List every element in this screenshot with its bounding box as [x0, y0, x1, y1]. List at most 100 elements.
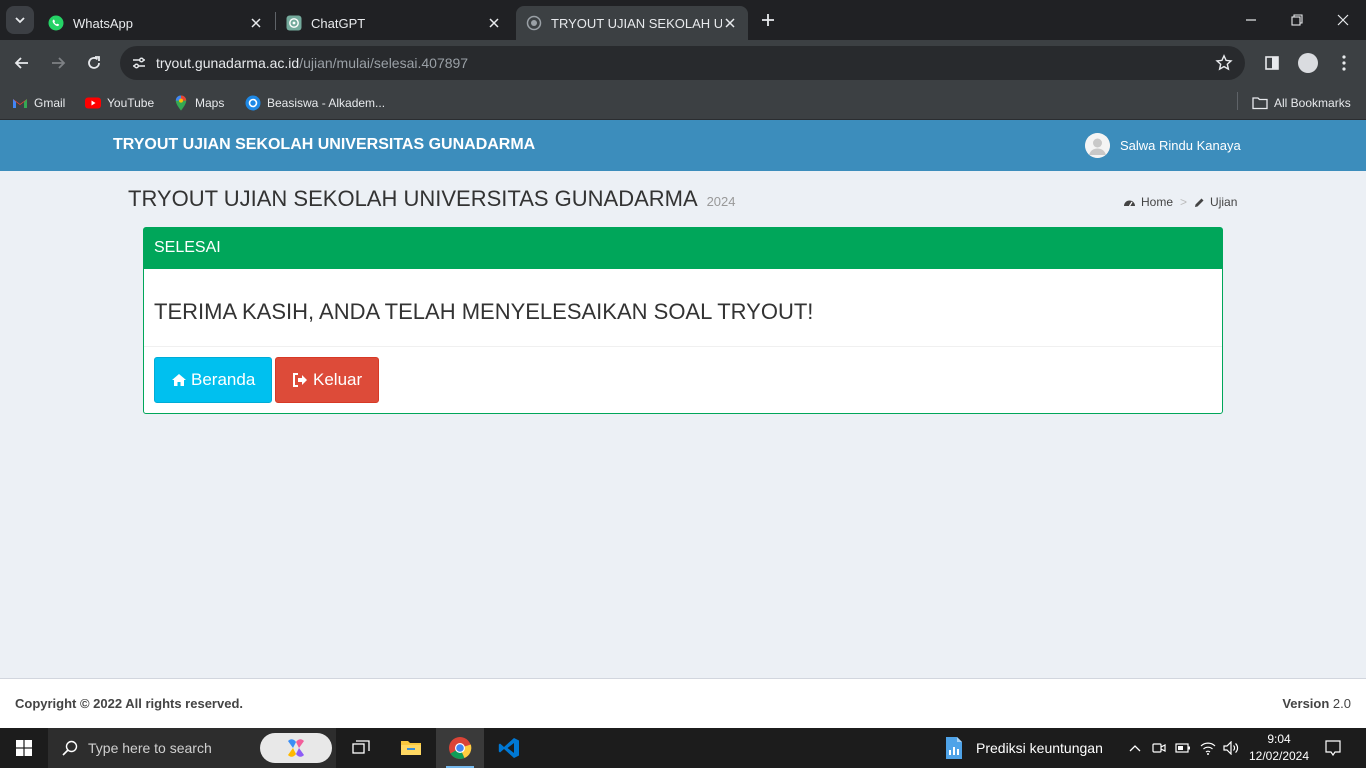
tab-chatgpt[interactable]: ChatGPT: [276, 6, 512, 40]
back-button[interactable]: [6, 47, 38, 79]
chrome-taskbar-button[interactable]: [436, 728, 484, 768]
tab-title: WhatsApp: [73, 15, 133, 31]
clock-time: 9:04: [1267, 732, 1291, 746]
copilot-icon[interactable]: [260, 733, 332, 763]
url-path: /ujian/mulai/selesai.407897: [299, 55, 469, 71]
keluar-button[interactable]: Keluar: [275, 357, 379, 403]
bookmarks-bar: Gmail YouTube Maps Beasiswa - Alkadem...…: [0, 86, 1366, 120]
battery-icon: [1175, 743, 1190, 753]
minimize-button[interactable]: [1228, 0, 1274, 40]
all-bookmarks-label: All Bookmarks: [1274, 96, 1351, 110]
bookmark-label: Maps: [195, 96, 225, 110]
meet-now-button[interactable]: [1148, 728, 1170, 768]
browser-toolbar: tryout.gunadarma.ac.id/ujian/mulai/seles…: [0, 40, 1366, 86]
result-box: SELESAI TERIMA KASIH, ANDA TELAH MENYELE…: [143, 227, 1223, 414]
page-title-year: 2024: [706, 194, 736, 209]
restore-button[interactable]: [1274, 0, 1320, 40]
close-icon[interactable]: [486, 15, 502, 31]
bookmark-star-icon[interactable]: [1215, 54, 1233, 77]
widget-button[interactable]: Prediksi keuntungan: [944, 728, 1114, 768]
search-icon: [62, 740, 78, 756]
taskbar-search[interactable]: Type here to search: [48, 728, 336, 768]
taskbar-clock[interactable]: 9:04 12/02/2024: [1246, 731, 1312, 765]
close-icon[interactable]: [248, 15, 264, 31]
bookmarks-divider: [1237, 92, 1238, 110]
folder-icon: [1252, 95, 1268, 111]
version-label: Version: [1282, 696, 1330, 711]
dashboard-icon: [1123, 197, 1136, 208]
new-tab-button[interactable]: [756, 8, 780, 32]
breadcrumb: Home > Ujian: [1123, 195, 1237, 209]
bookmark-gmail[interactable]: Gmail: [12, 92, 65, 114]
restore-icon: [1291, 14, 1303, 26]
user-name: Salwa Rindu Kanaya: [1120, 138, 1241, 153]
profile-avatar-icon: [1298, 53, 1318, 73]
site-brand[interactable]: TRYOUT UJIAN SEKOLAH UNIVERSITAS GUNADAR…: [113, 136, 535, 154]
show-hidden-icons-button[interactable]: [1124, 728, 1146, 768]
bookmark-beasiswa[interactable]: Beasiswa - Alkadem...: [245, 92, 385, 114]
side-panel-button[interactable]: [1256, 47, 1288, 79]
reload-icon: [88, 56, 100, 69]
tab-search-button[interactable]: [6, 6, 34, 34]
minimize-icon: [1246, 19, 1256, 21]
tab-whatsapp[interactable]: WhatsApp: [38, 6, 274, 40]
battery-button[interactable]: [1172, 728, 1194, 768]
site-settings-icon[interactable]: [122, 55, 156, 71]
notifications-button[interactable]: [1318, 728, 1348, 768]
browser-menu-button[interactable]: [1328, 47, 1360, 79]
task-view-icon: [352, 740, 370, 754]
youtube-icon: [85, 95, 101, 111]
search-placeholder: Type here to search: [88, 740, 212, 756]
address-bar[interactable]: tryout.gunadarma.ac.id/ujian/mulai/seles…: [120, 46, 1245, 80]
chevron-up-icon: [1129, 745, 1141, 752]
close-window-button[interactable]: [1320, 0, 1366, 40]
reload-button[interactable]: [78, 47, 110, 79]
tab-title: ChatGPT: [311, 15, 366, 31]
bookmark-label: YouTube: [107, 96, 155, 110]
keluar-label: Keluar: [313, 370, 363, 389]
forward-button[interactable]: [42, 47, 74, 79]
breadcrumb-home[interactable]: Home: [1141, 195, 1173, 209]
close-icon: [1337, 14, 1349, 26]
bookmark-maps[interactable]: Maps: [173, 92, 224, 114]
close-icon[interactable]: [722, 15, 738, 31]
page-title-text: TRYOUT UJIAN SEKOLAH UNIVERSITAS GUNADAR…: [128, 186, 697, 211]
more-vertical-icon: [1342, 55, 1346, 71]
user-menu[interactable]: Salwa Rindu Kanaya: [1085, 133, 1241, 158]
tab-tryout[interactable]: TRYOUT UJIAN SEKOLAH UNIVE: [516, 6, 748, 40]
maps-icon: [173, 95, 189, 111]
chatgpt-icon: [286, 15, 302, 31]
vscode-taskbar-button[interactable]: [486, 728, 532, 768]
profile-button[interactable]: [1292, 47, 1324, 79]
pencil-icon: [1194, 197, 1205, 208]
beasiswa-icon: [245, 95, 261, 111]
volume-button[interactable]: [1220, 728, 1242, 768]
file-explorer-button[interactable]: [388, 728, 434, 768]
box-header: SELESAI: [144, 228, 1222, 269]
start-button[interactable]: [0, 728, 48, 768]
arrow-right-icon: [52, 57, 66, 69]
task-view-button[interactable]: [338, 728, 384, 768]
camera-icon: [1152, 743, 1166, 753]
gmail-icon: [12, 95, 28, 111]
version-info: Version 2.0: [1282, 696, 1351, 711]
page-title: TRYOUT UJIAN SEKOLAH UNIVERSITAS GUNADAR…: [128, 186, 736, 212]
wifi-icon: [1200, 742, 1216, 755]
site-footer: Copyright © 2022 All rights reserved. Ve…: [0, 678, 1366, 728]
url-host: tryout.gunadarma.ac.id: [156, 55, 300, 71]
breadcrumb-separator: >: [1180, 195, 1188, 209]
plus-icon: [762, 14, 774, 26]
all-bookmarks-button[interactable]: All Bookmarks: [1252, 92, 1351, 114]
beranda-button[interactable]: Beranda: [154, 357, 272, 403]
bookmark-label: Beasiswa - Alkadem...: [267, 96, 386, 110]
side-panel-icon: [1265, 56, 1279, 70]
site-header: TRYOUT UJIAN SEKOLAH UNIVERSITAS GUNADAR…: [0, 120, 1366, 171]
sign-out-icon: [292, 373, 309, 387]
tab-title: TRYOUT UJIAN SEKOLAH UNIVE: [551, 15, 722, 31]
network-button[interactable]: [1196, 728, 1220, 768]
speaker-icon: [1223, 741, 1239, 755]
breadcrumb-ujian: Ujian: [1210, 195, 1238, 209]
chrome-icon: [449, 737, 472, 759]
bookmark-youtube[interactable]: YouTube: [85, 92, 154, 114]
clock-date: 12/02/2024: [1248, 749, 1310, 763]
